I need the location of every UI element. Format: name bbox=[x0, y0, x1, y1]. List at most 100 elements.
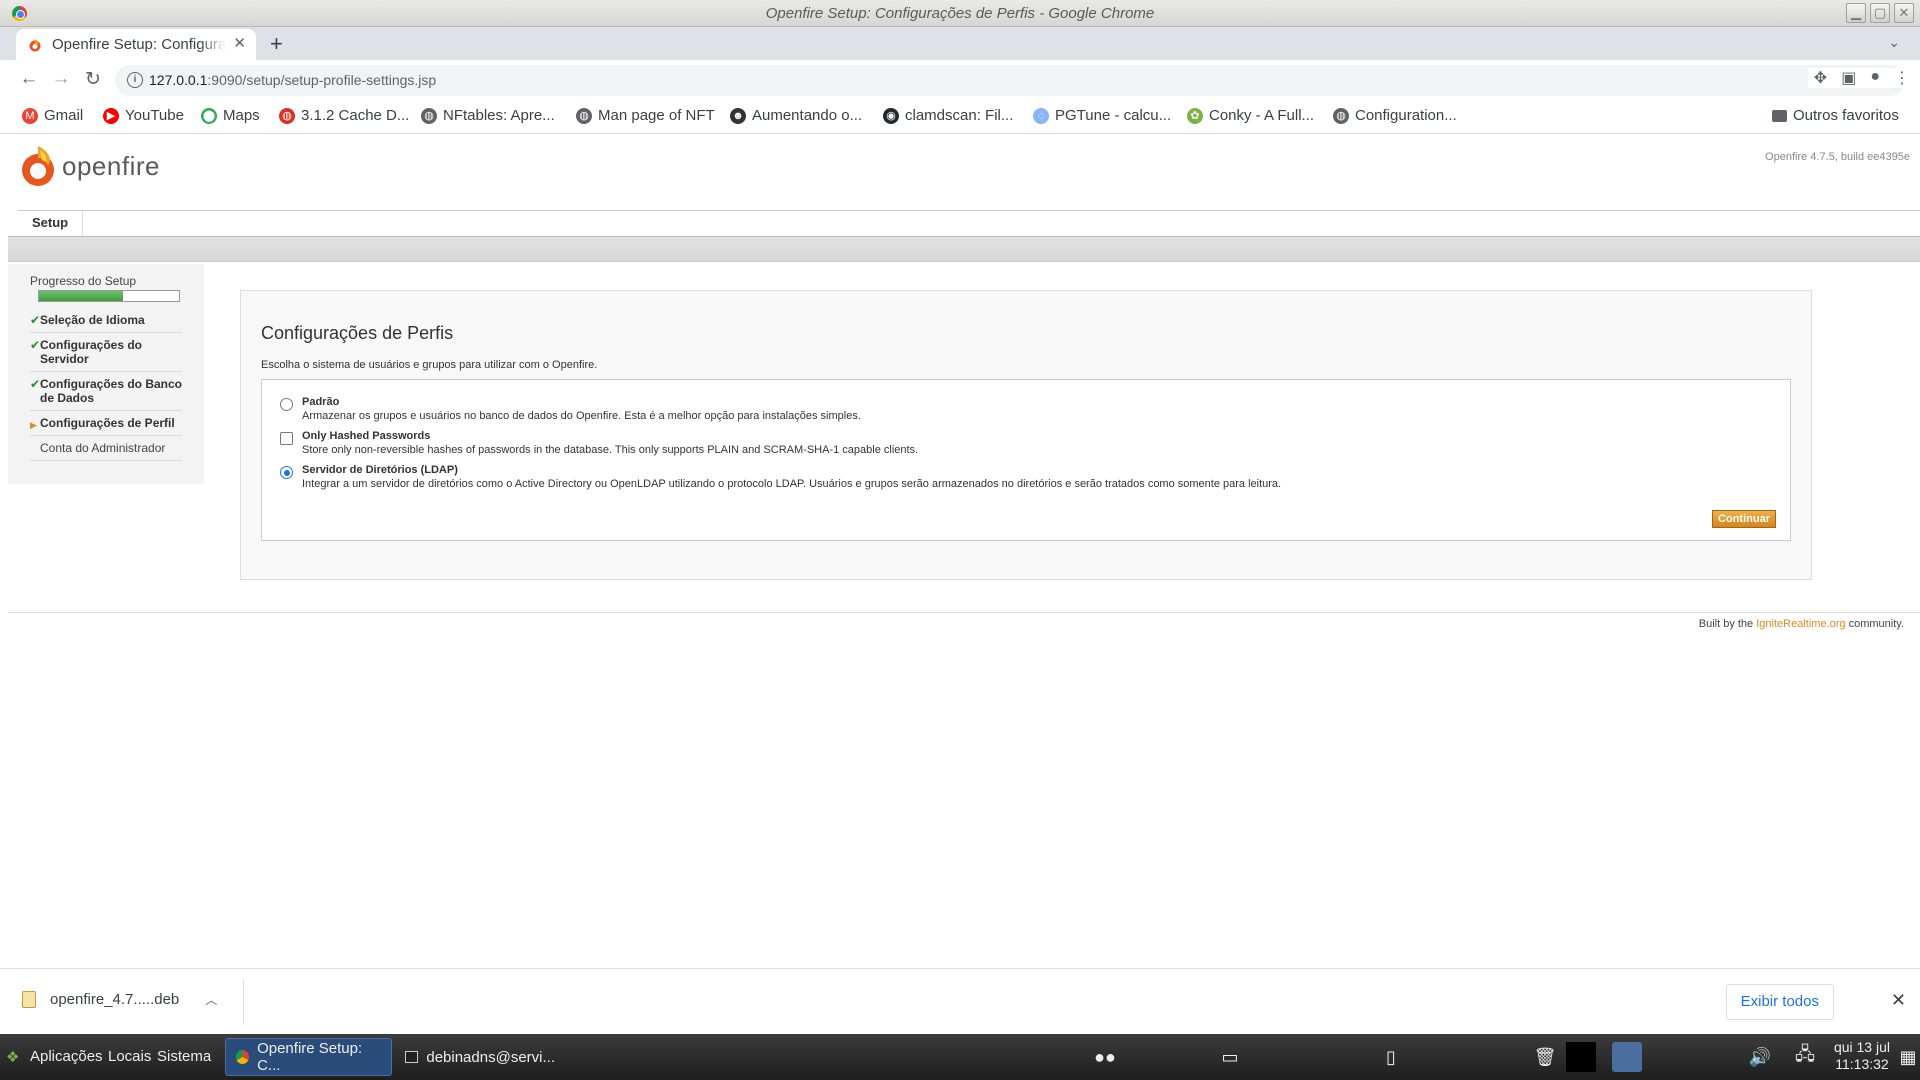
bookmark-item[interactable]: ◍ NFtables: Apre... bbox=[421, 107, 555, 124]
extensions-icon[interactable]: ✥ bbox=[1814, 68, 1827, 88]
bookmark-item[interactable]: ◍ Man page of NFT bbox=[576, 107, 715, 124]
task-terminal-window[interactable]: debinadns@servi... bbox=[395, 1038, 565, 1076]
task-label: Openfire Setup: C... bbox=[257, 1040, 363, 1074]
default-radio[interactable] bbox=[280, 398, 293, 411]
checkmark-icon: ✔ bbox=[30, 377, 41, 391]
setup-step-item[interactable]: ✔ Seleção de Idioma bbox=[30, 308, 182, 333]
profile-avatar-icon[interactable]: ● bbox=[1870, 68, 1880, 88]
tab-openfire-setup[interactable]: Openfire Setup: Configurações de Perfis … bbox=[16, 29, 256, 60]
setup-step-item[interactable]: ✔ Configurações do Servidor bbox=[30, 333, 182, 372]
tab-close-icon[interactable]: ✕ bbox=[233, 34, 246, 52]
openfire-version: Openfire 4.7.5, build ee4395e bbox=[1765, 151, 1910, 163]
window-title: Openfire Setup: Configurações de Perfis … bbox=[765, 5, 1155, 22]
bookmark-item[interactable]: ▶ YouTube bbox=[103, 107, 184, 124]
terminal-launcher-icon[interactable]: ▭ bbox=[1215, 1042, 1245, 1072]
task-chrome-window[interactable]: Openfire Setup: C... bbox=[225, 1038, 392, 1076]
bookmark-label: NFtables: Apre... bbox=[443, 107, 555, 124]
bookmark-label: YouTube bbox=[125, 107, 184, 124]
show-all-downloads-button[interactable]: Exibir todos bbox=[1725, 984, 1834, 1020]
page-footer: Built by the IgniteRealtime.org communit… bbox=[1699, 618, 1904, 630]
maximize-button[interactable]: ▢ bbox=[1870, 3, 1890, 23]
bookmark-item[interactable]: ☻ Aumentando o... bbox=[730, 107, 862, 124]
footer-divider bbox=[8, 612, 1920, 613]
linux-icon: ☻ bbox=[730, 107, 746, 124]
tab-setup[interactable]: Setup bbox=[18, 211, 84, 236]
bookmark-item[interactable]: ◍ 3.1.2 Cache D... bbox=[279, 107, 409, 124]
github-icon: ◉ bbox=[883, 107, 899, 124]
setup-step-item: Conta do Administrador bbox=[30, 436, 182, 461]
bookmark-label: 3.1.2 Cache D... bbox=[301, 107, 410, 124]
option-label[interactable]: Servidor de Diretórios (LDAP) bbox=[302, 464, 458, 476]
maps-icon: ⬤ bbox=[201, 107, 217, 124]
menu-system[interactable]: Sistema bbox=[157, 1048, 211, 1065]
window-launcher-icon[interactable]: ▯ bbox=[1376, 1042, 1406, 1072]
menu-places[interactable]: Locais bbox=[108, 1048, 151, 1065]
hashed-passwords-checkbox[interactable] bbox=[280, 432, 293, 445]
chrome-menu-icon[interactable]: ⋮ bbox=[1894, 68, 1910, 88]
side-panel-icon[interactable]: ▣ bbox=[1841, 68, 1856, 88]
checkmark-icon: ✔ bbox=[30, 338, 41, 352]
menu-applications[interactable]: Aplicações bbox=[30, 1048, 103, 1065]
bookmark-label: Gmail bbox=[44, 107, 84, 124]
setup-step-label: Configurações de Perfil bbox=[40, 416, 175, 430]
workspace-2-icon[interactable] bbox=[1612, 1042, 1642, 1072]
clock-date: qui 13 jul bbox=[1833, 1039, 1890, 1055]
option-label[interactable]: Only Hashed Passwords bbox=[302, 430, 430, 442]
network-icon[interactable]: 🖧 bbox=[1790, 1042, 1820, 1072]
pgtune-icon: ◌ bbox=[1033, 107, 1049, 124]
workspace-1-icon[interactable] bbox=[1566, 1042, 1596, 1072]
setup-progress-title: Progresso do Setup bbox=[30, 274, 137, 288]
clock-time: 11:13:32 bbox=[1835, 1056, 1889, 1072]
bookmark-item[interactable]: ⬤ Maps bbox=[201, 107, 260, 124]
window-titlebar: Openfire Setup: Configurações de Perfis … bbox=[0, 0, 1920, 27]
setup-step-item[interactable]: ✔ Configurações do Banco de Dados bbox=[30, 372, 182, 411]
download-shelf: openfire_4.7.....deb ︿ Exibir todos ✕ bbox=[0, 968, 1920, 1034]
clock[interactable]: qui 13 jul 11:13:32 bbox=[1834, 1039, 1890, 1073]
bookmark-item[interactable]: M Gmail bbox=[22, 107, 83, 124]
show-desktop-icon[interactable]: ▦ bbox=[1896, 1042, 1920, 1072]
close-download-shelf-icon[interactable]: ✕ bbox=[1891, 990, 1906, 1011]
gnome-foot-icon[interactable]: ❖ bbox=[6, 1048, 19, 1066]
eyes-applet-icon[interactable]: ●● bbox=[1090, 1042, 1120, 1072]
ldap-radio[interactable] bbox=[280, 466, 293, 479]
chevron-up-icon[interactable]: ︿ bbox=[205, 991, 217, 1008]
openfire-subnav bbox=[8, 236, 1920, 262]
footer-suffix: community. bbox=[1845, 618, 1904, 630]
setup-step-item[interactable]: ▶ Configurações de Perfil bbox=[30, 411, 182, 436]
conky-icon: ✿ bbox=[1187, 107, 1203, 124]
setup-step-label: Configurações do Banco de Dados bbox=[40, 377, 183, 405]
bookmark-item[interactable]: ◍ Configuration... bbox=[1333, 107, 1457, 124]
new-tab-button[interactable]: + bbox=[270, 31, 283, 57]
terminal-task-icon bbox=[405, 1051, 419, 1063]
reload-button[interactable]: ↻ bbox=[81, 68, 105, 91]
chrome-task-icon bbox=[236, 1050, 250, 1064]
bookmark-item[interactable]: ◉ clamdscan: Fil... bbox=[883, 107, 1013, 124]
igniterealtime-link[interactable]: IgniteRealtime.org bbox=[1756, 618, 1845, 630]
volume-icon[interactable]: 🔊 bbox=[1745, 1042, 1775, 1072]
bookmark-item[interactable]: ◌ PGTune - calcu... bbox=[1033, 107, 1171, 124]
close-window-button[interactable]: ✕ bbox=[1894, 3, 1914, 23]
setup-step-label: Seleção de Idioma bbox=[40, 313, 145, 327]
openfire-flame-icon bbox=[22, 146, 54, 186]
site-info-icon[interactable]: i bbox=[127, 72, 143, 88]
tab-strip: Openfire Setup: Configurações de Perfis … bbox=[0, 27, 1920, 60]
url-text[interactable]: 127.0.0.1:9090/setup/setup-profile-setti… bbox=[149, 72, 436, 88]
back-button[interactable]: ← bbox=[17, 68, 41, 90]
footer-prefix: Built by the bbox=[1698, 618, 1757, 630]
bookmark-item[interactable]: ✿ Conky - A Full... bbox=[1187, 107, 1314, 124]
bookmarks-bar: M Gmail ▶ YouTube ⬤ Maps ◍ 3.1.2 Cache D... ◍ NFt… bbox=[0, 101, 1920, 134]
tab-search-button[interactable]: ⌄ bbox=[1888, 34, 1900, 51]
option-label[interactable]: Padrão bbox=[302, 396, 339, 408]
trash-icon[interactable]: 🗑 bbox=[1530, 1042, 1560, 1072]
address-bar[interactable]: i 127.0.0.1:9090/setup/setup-profile-set… bbox=[115, 65, 1905, 96]
forward-button[interactable]: → bbox=[49, 68, 73, 90]
other-bookmarks-folder[interactable]: Outros favoritos bbox=[1772, 107, 1899, 124]
intro-text: Escolha o sistema de usuários e grupos p… bbox=[261, 359, 598, 371]
continue-button[interactable]: Continuar bbox=[1712, 510, 1776, 528]
setup-steps-list: ✔ Seleção de Idioma ✔ Configurações do Serv… bbox=[30, 308, 182, 461]
minimize-button[interactable]: ▁ bbox=[1846, 3, 1866, 23]
download-item[interactable]: openfire_4.7.....deb ︿ bbox=[22, 991, 217, 1008]
tab-title: Openfire Setup: Configurações de Perfis bbox=[52, 36, 226, 53]
openfire-page: openfire Openfire 4.7.5, build ee4395e S… bbox=[8, 134, 1920, 968]
task-label: debinadns@servi... bbox=[426, 1048, 555, 1066]
